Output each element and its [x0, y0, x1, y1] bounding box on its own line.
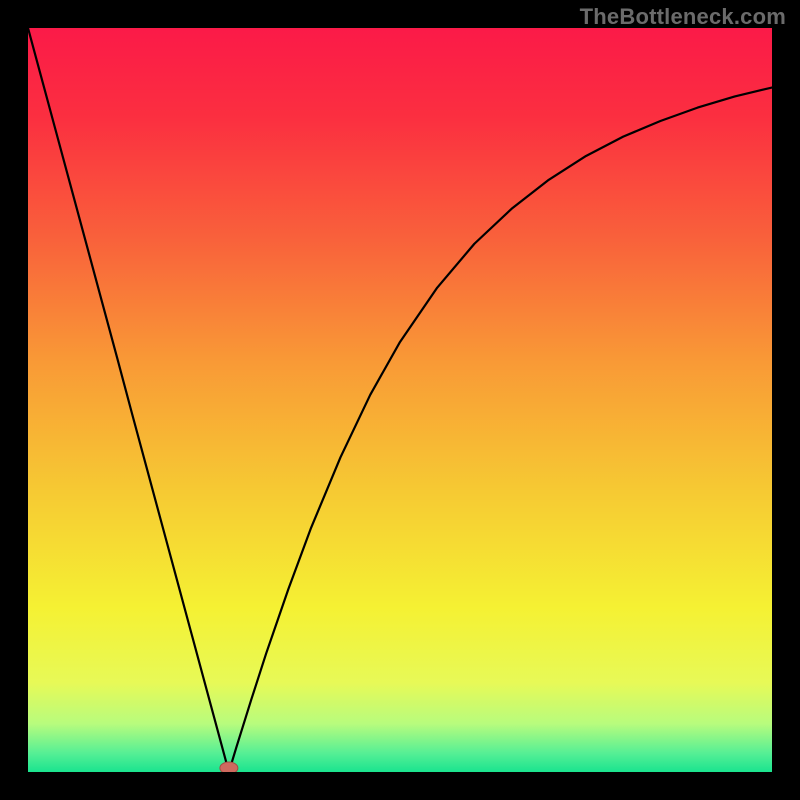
minimum-marker [220, 762, 238, 772]
gradient-background [28, 28, 772, 772]
attribution-watermark: TheBottleneck.com [580, 4, 786, 30]
plot-area [28, 28, 772, 772]
chart-svg [28, 28, 772, 772]
chart-frame: TheBottleneck.com [0, 0, 800, 800]
